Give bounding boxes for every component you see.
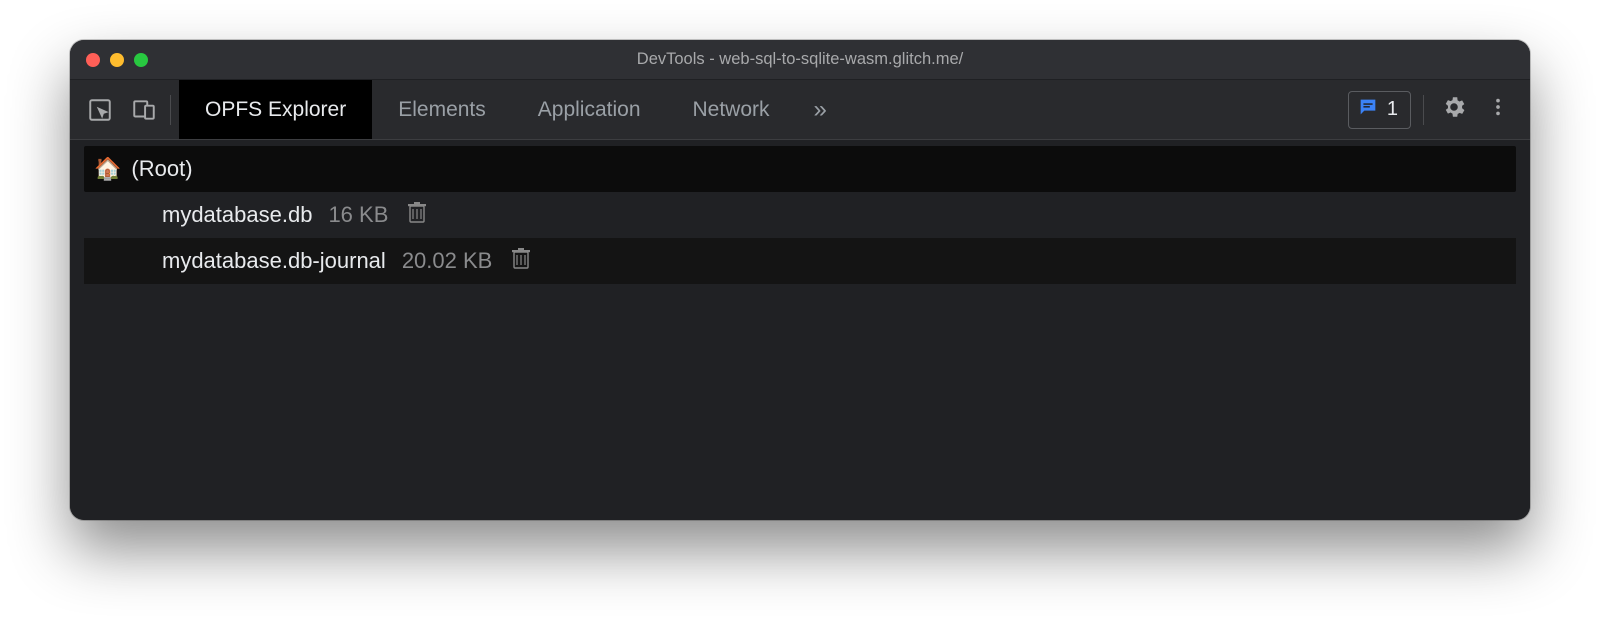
toolbar-separator — [1423, 95, 1424, 125]
tab-opfs-explorer[interactable]: OPFS Explorer — [179, 80, 372, 139]
tab-elements[interactable]: Elements — [372, 80, 512, 139]
file-name: mydatabase.db-journal — [162, 248, 386, 274]
opfs-explorer-panel: 🏠 (Root) mydatabase.db 16 KB — [70, 140, 1530, 520]
minimize-window-button[interactable] — [110, 53, 124, 67]
toolbar-separator — [170, 95, 171, 125]
tab-application[interactable]: Application — [512, 80, 667, 139]
root-label: (Root) — [131, 156, 192, 182]
file-name: mydatabase.db — [162, 202, 312, 228]
tab-label: Network — [693, 98, 770, 122]
chevron-right-double-icon: » — [814, 96, 827, 124]
device-toolbar-icon[interactable] — [124, 90, 164, 130]
delete-file-button[interactable] — [406, 202, 428, 228]
devtools-window: DevTools - web-sql-to-sqlite-wasm.glitch… — [70, 40, 1530, 520]
tab-network[interactable]: Network — [667, 80, 796, 139]
close-window-button[interactable] — [86, 53, 100, 67]
devtools-toolbar: OPFS Explorer Elements Application Netwo… — [70, 80, 1530, 140]
window-title: DevTools - web-sql-to-sqlite-wasm.glitch… — [70, 50, 1530, 69]
tree-file-row[interactable]: mydatabase.db 16 KB — [84, 192, 1516, 238]
file-size: 20.02 KB — [402, 248, 493, 274]
issues-button[interactable]: 1 — [1348, 91, 1411, 129]
tab-label: Application — [538, 98, 641, 122]
file-size: 16 KB — [328, 202, 388, 228]
kebab-menu-icon — [1487, 96, 1509, 123]
titlebar: DevTools - web-sql-to-sqlite-wasm.glitch… — [70, 40, 1530, 80]
trash-icon — [408, 201, 426, 229]
delete-file-button[interactable] — [510, 248, 532, 274]
tabs-overflow-button[interactable]: » — [796, 80, 845, 139]
more-options-button[interactable] — [1476, 88, 1520, 132]
tab-label: Elements — [398, 98, 486, 122]
chat-icon — [1357, 96, 1379, 124]
gear-icon — [1441, 94, 1467, 125]
zoom-window-button[interactable] — [134, 53, 148, 67]
tree-file-row[interactable]: mydatabase.db-journal 20.02 KB — [84, 238, 1516, 284]
panel-tabs: OPFS Explorer Elements Application Netwo… — [179, 80, 845, 139]
tab-label: OPFS Explorer — [205, 98, 346, 122]
settings-button[interactable] — [1432, 88, 1476, 132]
inspect-element-icon[interactable] — [80, 90, 120, 130]
window-controls — [86, 53, 148, 67]
issues-count: 1 — [1387, 98, 1398, 121]
home-icon: 🏠 — [94, 156, 121, 182]
trash-icon — [512, 247, 530, 275]
tree-root-row[interactable]: 🏠 (Root) — [84, 146, 1516, 192]
